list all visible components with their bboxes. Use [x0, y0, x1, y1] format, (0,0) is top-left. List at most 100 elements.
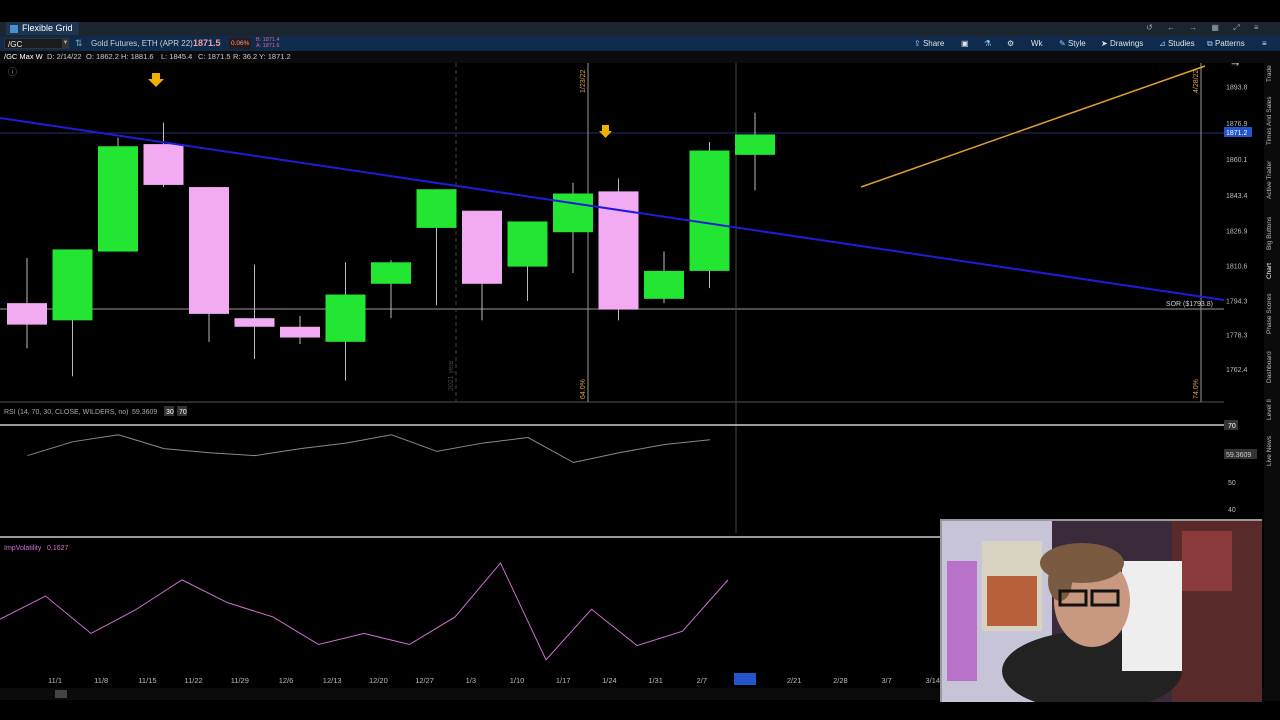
patterns-icon: ⧉	[1207, 39, 1215, 48]
gear-icon[interactable]: ⚙	[1007, 36, 1014, 51]
current-date-badge	[734, 673, 756, 685]
flask-icon[interactable]: ⚗	[984, 36, 991, 51]
price-panel: ⓘ ↗ 1/23/22 64.0% 4/28/22 74.0% 2021 yea…	[0, 63, 1252, 533]
ohlc-low: L: 1845.4	[161, 52, 193, 61]
ohlc-open: O: 1862.2	[86, 52, 119, 61]
candle-body	[416, 189, 457, 228]
side-tab-times-and-sales[interactable]: Times And Sales	[1266, 93, 1278, 149]
candle-body	[7, 303, 47, 325]
candle-body	[143, 144, 184, 185]
sor-label: SOR ($1793.8)	[1166, 301, 1213, 308]
rsi-value: 59.3609	[132, 409, 157, 416]
date-tick-label: 1/31	[648, 676, 663, 685]
share-label: Share	[922, 39, 945, 48]
grid-layout-icon[interactable]: ▦	[1211, 23, 1219, 32]
toolbar-menu-icon[interactable]: ≡	[1262, 36, 1267, 51]
ask-price: A: 1871.6	[256, 43, 280, 49]
impvol-panel: ImpVolatility 0.1627	[0, 545, 729, 661]
change-badge: 0.06%	[229, 38, 252, 49]
scroll-thumb[interactable]	[55, 690, 67, 698]
top-strip	[0, 0, 1280, 22]
cursor-icon: ➤	[1101, 39, 1110, 48]
candle-body	[644, 270, 684, 299]
side-tab-dashboard[interactable]: Dashboard	[1266, 345, 1278, 389]
back-icon[interactable]: ←	[1167, 23, 1175, 32]
style-icon: ✎	[1059, 39, 1068, 48]
vline1-bottom-label: 64.0%	[580, 379, 587, 399]
date-tick-label: 11/8	[94, 676, 108, 685]
studies-button[interactable]: ⊿ Studies	[1159, 36, 1195, 51]
date-tick-label: 12/6	[279, 676, 294, 685]
side-tab-phase-scores[interactable]: Phase Scores	[1266, 289, 1278, 339]
right-sidebar: Trade Times And Sales Active Trader Big …	[1264, 51, 1280, 701]
date-tick-label: 1/24	[602, 676, 617, 685]
last-price: 1871.5	[193, 38, 221, 48]
link-icon[interactable]: ⤢	[1233, 23, 1239, 32]
side-tab-live-news[interactable]: Live News	[1266, 431, 1278, 471]
side-tab-trade[interactable]: Trade	[1266, 59, 1278, 89]
patterns-button[interactable]: ⧉ Patterns	[1207, 36, 1245, 51]
symbol-dropdown-icon[interactable]: ▼	[62, 38, 69, 49]
drawings-button[interactable]: ➤ Drawings	[1101, 36, 1143, 51]
date-tick-label: 11/29	[231, 676, 249, 685]
chart-label: /GC Max W	[4, 52, 43, 61]
webcam-overlay	[940, 519, 1262, 702]
date-tick-label: 12/27	[415, 676, 434, 685]
side-tab-level-ii[interactable]: Level II	[1266, 395, 1278, 425]
side-tab-chart[interactable]: Chart	[1266, 259, 1278, 283]
date-tick-label: 12/13	[323, 676, 342, 685]
undo-icon[interactable]: ↺	[1146, 23, 1153, 32]
price-tick-label: 1794.3	[1226, 298, 1248, 305]
quote-settings-icon[interactable]: ⇅	[75, 36, 83, 51]
share-icon: ⇪	[914, 39, 923, 48]
date-tick-label: 3/7	[881, 676, 891, 685]
date-tick-label: 2/7	[697, 676, 707, 685]
menu-icon[interactable]: ≡	[1254, 23, 1259, 32]
down-arrow-icon	[148, 73, 164, 87]
date-tick-label: 11/22	[184, 676, 202, 685]
webcam-image	[942, 521, 1262, 702]
candle-body	[189, 187, 229, 314]
rsi-axis-50: 50	[1228, 480, 1236, 487]
date-tick-label: 1/3	[466, 676, 476, 685]
style-label: Style	[1067, 39, 1086, 48]
forward-icon[interactable]: →	[1189, 23, 1197, 32]
candle-body	[52, 249, 93, 321]
expand-icon[interactable]: ↗	[1228, 63, 1242, 71]
rsi-line	[27, 434, 711, 464]
ohlc-date: D: 2/14/22	[47, 52, 82, 61]
side-tab-big-buttons[interactable]: Big Buttons	[1266, 211, 1278, 255]
year-label: 2021 year	[448, 359, 455, 391]
candle-body	[280, 326, 320, 338]
grid-icon	[10, 24, 18, 33]
candle-body	[325, 294, 366, 342]
side-tab-active-trader[interactable]: Active Trader	[1266, 155, 1278, 205]
date-tick-label: 3/14	[925, 676, 940, 685]
candle-body	[371, 262, 411, 284]
snapshot-icon[interactable]: ▣	[961, 36, 969, 51]
window-tab[interactable]: Flexible Grid	[6, 22, 79, 35]
ohlc-close: C: 1871.5	[198, 52, 231, 61]
symbol-input[interactable]: /GC	[4, 38, 64, 49]
vline2-top-label: 4/28/22	[1193, 70, 1200, 93]
vline1-top-label: 1/23/22	[580, 70, 587, 93]
rsi-low-level: 30	[166, 409, 174, 416]
share-button[interactable]: ⇪ Share	[914, 36, 944, 51]
aggregation-button[interactable]: Wk	[1031, 36, 1043, 51]
info-icon[interactable]: ⓘ	[8, 67, 17, 77]
style-button[interactable]: ✎ Style	[1059, 36, 1086, 51]
impvol-label: ImpVolatility	[4, 545, 42, 552]
rsi-label: RSI (14, 70, 30, CLOSE, WILDERS, no)	[4, 409, 129, 416]
candle-body	[507, 221, 548, 267]
rsi-axis-40: 40	[1228, 507, 1236, 514]
rsi-panel: RSI (14, 70, 30, CLOSE, WILDERS, no) 59.…	[0, 406, 1257, 538]
rsi-current-label: 59.3609	[1226, 452, 1251, 459]
symbol-text: /GC	[8, 40, 23, 49]
price-tick-label: 1860.1	[1226, 157, 1248, 164]
ohlc-high: H: 1881.6	[121, 52, 154, 61]
rsi-axis-70: 70	[1228, 423, 1236, 430]
symbol-description: Gold Futures, ETH (APR 22)	[91, 39, 193, 48]
projection-line	[860, 65, 1206, 188]
studies-label: Studies	[1167, 39, 1195, 48]
window-title: Flexible Grid	[22, 23, 73, 33]
